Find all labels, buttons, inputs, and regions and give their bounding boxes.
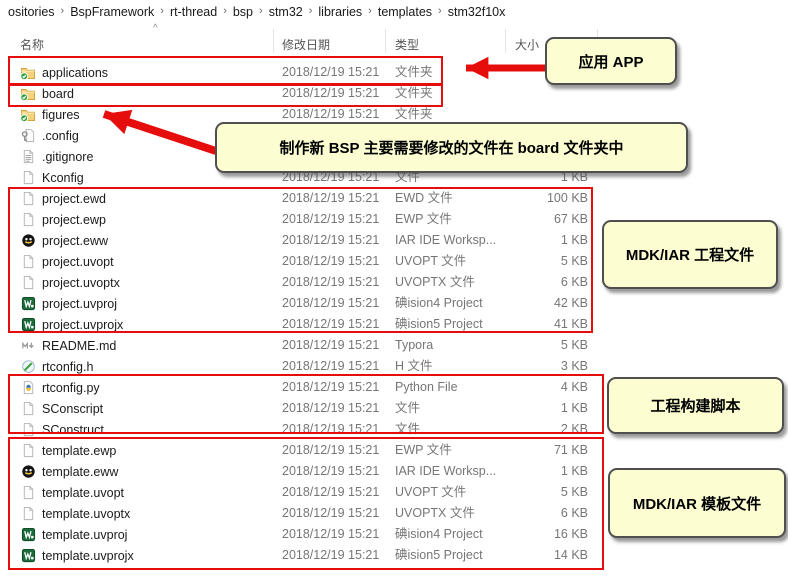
- file-name: .gitignore: [42, 150, 93, 164]
- breadcrumb-item[interactable]: bsp: [227, 5, 259, 19]
- folder-check-icon: [20, 107, 36, 123]
- file-name: README.md: [42, 339, 116, 353]
- file-name: rtconfig.h: [42, 360, 93, 374]
- breadcrumb-item[interactable]: libraries: [312, 5, 368, 19]
- breadcrumb-separator-icon: ›: [368, 5, 372, 17]
- file-name: Kconfig: [42, 171, 84, 185]
- breadcrumb-item[interactable]: templates: [372, 5, 438, 19]
- column-divider[interactable]: [505, 29, 506, 53]
- column-header-type[interactable]: 类型: [395, 36, 419, 53]
- file-type: Typora: [395, 335, 500, 356]
- callout-app: 应用 APP: [545, 37, 677, 85]
- breadcrumb-item[interactable]: ositories: [2, 5, 61, 19]
- file-name: figures: [42, 108, 80, 122]
- annotation-box-board: [8, 84, 443, 107]
- annotation-box-template-files: [8, 437, 604, 570]
- file-explorer-window: ositories › BspFramework › rt-thread › b…: [0, 0, 788, 584]
- column-header-name[interactable]: 名称: [20, 36, 44, 53]
- column-header-size[interactable]: 大小: [515, 36, 539, 53]
- file-name: .config: [42, 129, 79, 143]
- annotation-box-project-files: [8, 187, 593, 333]
- breadcrumb-separator-icon: ›: [438, 5, 442, 17]
- file-date: 2018/12/19 15:21: [282, 335, 379, 356]
- breadcrumb-item[interactable]: BspFramework: [64, 5, 160, 19]
- sourceinsight-icon: [20, 359, 36, 375]
- column-divider[interactable]: [273, 29, 274, 53]
- file-row[interactable]: README.md 2018/12/19 15:21 Typora 5 KB: [0, 335, 788, 356]
- text-file-icon: [20, 149, 36, 165]
- annotation-box-build-scripts: [8, 374, 604, 434]
- column-header-date[interactable]: 修改日期: [282, 36, 330, 53]
- column-divider[interactable]: [385, 29, 386, 53]
- breadcrumb: ositories › BspFramework › rt-thread › b…: [2, 0, 511, 24]
- config-file-icon: [20, 128, 36, 144]
- callout-build-scripts: 工程构建脚本: [607, 377, 784, 434]
- callout-template-files: MDK/IAR 模板文件: [608, 468, 786, 538]
- markdown-icon: [20, 338, 36, 354]
- breadcrumb-separator-icon: ›: [160, 5, 164, 17]
- breadcrumb-item[interactable]: stm32f10x: [442, 5, 512, 19]
- blank-file-icon: [20, 170, 36, 186]
- breadcrumb-separator-icon: ›: [259, 5, 263, 17]
- breadcrumb-separator-icon: ›: [61, 5, 65, 17]
- sort-ascending-icon: ^: [153, 23, 158, 34]
- breadcrumb-item[interactable]: stm32: [263, 5, 309, 19]
- breadcrumb-separator-icon: ›: [223, 5, 227, 17]
- breadcrumb-item[interactable]: rt-thread: [164, 5, 223, 19]
- file-size: 5 KB: [500, 335, 588, 356]
- breadcrumb-separator-icon: ›: [309, 5, 313, 17]
- callout-board-note: 制作新 BSP 主要需要修改的文件在 board 文件夹中: [215, 122, 688, 173]
- callout-project-files: MDK/IAR 工程文件: [602, 220, 778, 289]
- annotation-box-applications: [8, 56, 443, 85]
